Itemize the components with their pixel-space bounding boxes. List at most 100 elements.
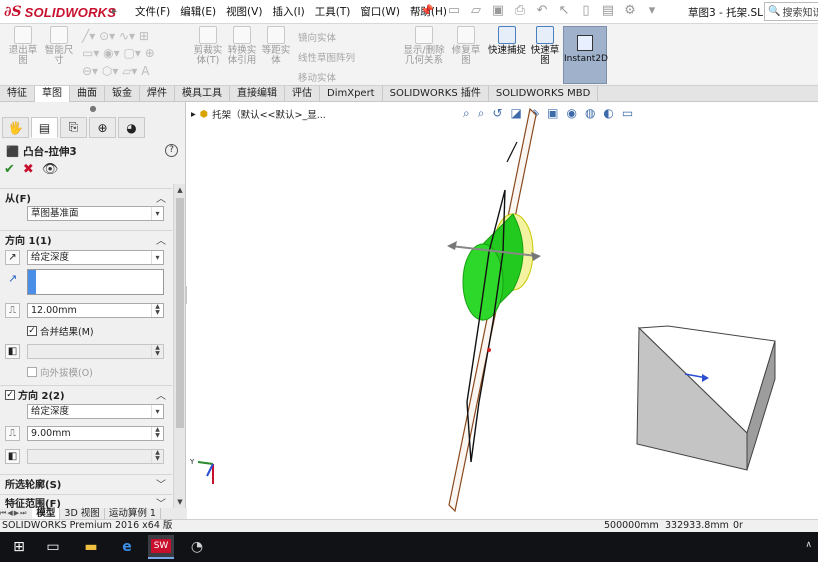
tab-addins[interactable]: SOLIDWORKS 插件 [383,86,489,102]
offset-entities-button[interactable]: 等距实体 [260,26,292,66]
menu-insert[interactable]: 插入(I) [267,4,309,19]
drag-arrow-left-icon[interactable] [447,241,457,250]
menu-tools[interactable]: 工具(T) [310,4,356,19]
direction2-section-header[interactable]: ✓ 方向 2(2) ︿ [0,385,172,403]
tab-model[interactable]: 模型 [32,508,61,519]
direction2-end-condition-select[interactable]: 给定深度 ▾ [27,404,164,419]
move-entities-button[interactable]: 移动实体 [298,70,336,84]
tab-mbd[interactable]: SOLIDWORKS MBD [489,86,599,102]
configuration-manager-tab[interactable]: ⎘ [60,117,87,138]
selected-contours-header[interactable]: 所选轮廓(S) ﹀ [0,474,172,492]
draft-outward-checkbox[interactable]: 向外拔模(O) [27,365,93,379]
tab-evaluate[interactable]: 评估 [285,86,320,102]
draft-icon[interactable]: ◧ [5,344,20,359]
task-view-icon[interactable]: ▭ [40,535,66,559]
tab-surfaces[interactable]: 曲面 [70,86,105,102]
file-properties-icon[interactable]: ▤ [600,3,616,18]
direction2-draft-input[interactable]: ▲ ▼ [27,449,164,464]
rebuild-icon[interactable]: ▯ [578,3,594,18]
merge-result-checkbox[interactable]: ✓ 合并结果(M) [27,324,94,338]
pin-icon[interactable]: 📌 [420,4,434,17]
rectangle-icon[interactable]: ▭▾ ◉▾ ▢▾ ⊕ [82,46,155,60]
panel-scrollbar[interactable]: ▲ ▼ [173,184,185,508]
file-explorer-icon[interactable]: ▬ [78,535,104,559]
line-icon[interactable]: ╱▾ ⊙▾ ∿▾ ⊞ [82,29,149,43]
solidworks-logo[interactable]: ∂S SOLIDWORKS [4,3,116,21]
preview-eye-icon[interactable]: 👁 [42,162,59,177]
reverse-direction-icon[interactable]: ↗ [5,250,20,265]
slot-icon[interactable]: ⊖▾ ⬡▾ ▱▾ A [82,64,149,78]
direction1-end-condition-select[interactable]: 给定深度 ▾ [27,250,164,265]
feature-manager-tab[interactable]: 🖐 [2,117,29,138]
menu-edit[interactable]: 编辑(E) [175,4,221,19]
tab-sheet-metal[interactable]: 钣金 [105,86,140,102]
print-icon[interactable]: ⎙ [512,3,528,18]
triad-x-axis [197,461,214,465]
edge-browser-icon[interactable]: e [114,535,140,559]
select-arrow-icon[interactable]: ↖ [556,3,572,18]
cancel-x-icon[interactable]: ✖ [23,162,34,177]
scroll-down-icon[interactable]: ▼ [174,498,186,506]
new-document-icon[interactable]: ▭ [446,3,462,18]
dimxpert-manager-tab[interactable]: ⊕ [89,117,116,138]
direction1-depth-input[interactable]: 12.00mm ▲ ▼ [27,303,164,318]
graphics-area[interactable]: ▸ ⬢ 托架（默认<<默认>_显... ⌕ ⌕ ↺ ◪ ◈ ▣ ◉ ◍ ◐ ▭ [187,102,818,519]
direction2-checkbox[interactable]: ✓ [5,389,15,400]
scroll-up-icon[interactable]: ▲ [174,186,186,194]
spin-arrows-icon[interactable]: ▲ ▼ [151,304,163,317]
windows-start-icon[interactable]: ⊞ [6,535,32,559]
prev-icon[interactable]: ◀ [7,509,12,518]
tab-dimxpert[interactable]: DimXpert [320,86,383,102]
menu-view[interactable]: 视图(V) [221,4,267,19]
dropdown-arrow-icon[interactable]: ▾ [644,3,660,18]
from-select[interactable]: 草图基准面 ▾ [27,206,164,221]
draft-angle-input[interactable]: ▲ ▼ [27,344,164,359]
smart-dimension-button[interactable]: 智能尺寸 [42,26,76,66]
panel-grip[interactable]: ● [0,102,186,116]
feature-scope-header[interactable]: 特征范围(F) ﹀ [0,494,172,508]
linear-pattern-button[interactable]: 线性草图阵列 [298,50,355,64]
ok-check-icon[interactable]: ✔ [4,162,15,177]
rapid-sketch-button[interactable]: 快速草图 [527,26,563,66]
solidworks-taskbar-icon[interactable]: SW [148,535,174,559]
tab-direct-editing[interactable]: 直接编辑 [230,86,285,102]
direction1-selection-box[interactable] [27,269,164,295]
mirror-entities-button[interactable]: 镜向实体 [298,30,336,44]
display-delete-relations-button[interactable]: 显示/删除几何关系 [402,26,446,66]
open-folder-icon[interactable]: ▱ [468,3,484,18]
spin-arrows-icon[interactable]: ▲ ▼ [151,427,163,440]
app-taskbar-icon[interactable]: ◔ [184,535,210,559]
tab-features[interactable]: 特征 [0,86,35,102]
repair-sketch-button[interactable]: 修复草图 [450,26,482,66]
tab-3d-views[interactable]: 3D 视图 [60,508,105,519]
draft-icon[interactable]: ◧ [5,449,20,464]
next-icon[interactable]: ▶ [14,509,19,518]
logo-chevron-icon[interactable]: ▸ [112,6,117,17]
menu-window[interactable]: 窗口(W) [355,4,405,19]
last-icon[interactable]: ⏭ [20,509,26,518]
direction1-section-header[interactable]: 方向 1(1) ︿ [0,230,172,248]
options-gear-icon[interactable]: ⚙ [622,3,638,18]
quick-snaps-button[interactable]: 快速捕捉 [488,26,526,56]
property-manager-tab[interactable]: ▤ [31,117,58,138]
exit-sketch-button[interactable]: 退出草图 [6,26,40,66]
search-box[interactable]: 🔍 搜索知识 [764,2,818,21]
tab-motion-study[interactable]: 运动算例 1 [105,508,161,519]
menu-file[interactable]: 文件(F) [130,4,175,19]
tab-weldments[interactable]: 焊件 [140,86,175,102]
convert-entities-button[interactable]: 转换实体引用 [226,26,258,66]
trim-entities-button[interactable]: 剪裁实体(T) [192,26,224,66]
instant2d-button[interactable]: Instant2D [563,26,608,84]
tray-chevron-icon[interactable]: ∧ [805,540,812,550]
direction2-depth-input[interactable]: 9.00mm ▲ ▼ [27,426,164,441]
help-icon[interactable]: ? [165,144,178,157]
tab-sketch[interactable]: 草图 [35,86,70,102]
first-icon[interactable]: ⏮ [0,509,6,518]
from-section-header[interactable]: 从(F) ︿ [0,188,172,206]
display-manager-tab[interactable]: ◕ [118,117,145,138]
tab-nav-arrows[interactable]: ⏮ ◀ ▶ ⏭ [0,509,26,518]
save-icon[interactable]: ▣ [490,3,506,18]
undo-icon[interactable]: ↶ [534,3,550,18]
tab-mold-tools[interactable]: 模具工具 [175,86,230,102]
scrollbar-thumb[interactable] [176,198,184,428]
